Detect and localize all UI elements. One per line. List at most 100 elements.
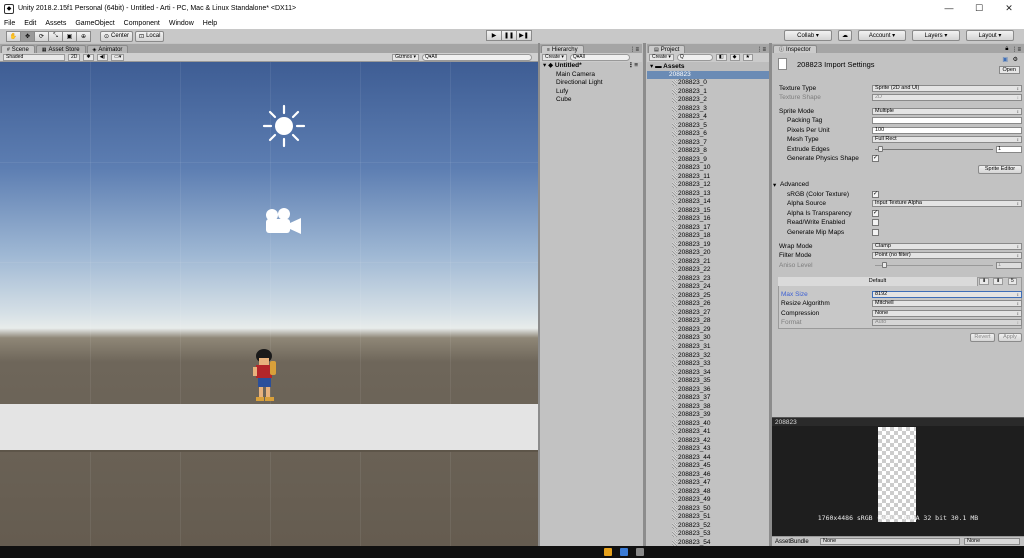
mipmaps-checkbox[interactable] bbox=[872, 229, 879, 236]
sprite-asset-item[interactable]: 208823_34 bbox=[647, 369, 769, 378]
scene-view[interactable] bbox=[0, 62, 538, 546]
menu-file[interactable]: File bbox=[4, 20, 15, 27]
sprite-asset-item[interactable]: 208823_9 bbox=[647, 156, 769, 165]
layers-button[interactable]: Layers ▾ bbox=[912, 30, 960, 41]
sprite-asset-item[interactable]: 208823_49 bbox=[647, 496, 769, 505]
sprite-asset-item[interactable]: 208823_42 bbox=[647, 437, 769, 446]
sprite-asset-item[interactable]: 208823_52 bbox=[647, 522, 769, 531]
ppu-input[interactable]: 100 bbox=[872, 127, 1022, 134]
tab-asset-store[interactable]: ▦ Asset Store bbox=[35, 45, 86, 53]
move-tool-icon[interactable]: ✥ bbox=[20, 30, 35, 42]
rect-tool-icon[interactable]: ▣ bbox=[62, 30, 77, 42]
browser-taskbar-icon[interactable] bbox=[620, 548, 628, 556]
hierarchy-create-button[interactable]: Create ▾ bbox=[542, 54, 567, 61]
panel-divider[interactable] bbox=[643, 43, 646, 546]
sprite-asset-item[interactable]: 208823_13 bbox=[647, 190, 769, 199]
cube-ground-object[interactable] bbox=[0, 404, 538, 450]
sprite-asset-item[interactable]: 208823_25 bbox=[647, 292, 769, 301]
transform-tool-icon[interactable]: ⊕ bbox=[76, 30, 91, 42]
hierarchy-item-cube[interactable]: Cube bbox=[540, 96, 642, 105]
tab-scene[interactable]: # Scene bbox=[1, 45, 35, 53]
platform-html5-icon[interactable]: 5 bbox=[1008, 278, 1017, 285]
collab-button[interactable]: Collab ▾ bbox=[784, 30, 832, 41]
layout-button[interactable]: Layout ▾ bbox=[966, 30, 1014, 41]
sprite-asset-item[interactable]: 208823_41 bbox=[647, 428, 769, 437]
expand-arrow-icon[interactable]: ▾ bbox=[543, 62, 546, 69]
minimize-button[interactable]: — bbox=[934, 0, 964, 17]
sprite-asset-item[interactable]: 208823_37 bbox=[647, 394, 769, 403]
sprite-asset-item[interactable]: 208823_21 bbox=[647, 258, 769, 267]
scale-tool-icon[interactable]: ⤡ bbox=[48, 30, 63, 42]
sprite-asset-item[interactable]: 208823_11 bbox=[647, 173, 769, 182]
sprite-asset-item[interactable]: 208823_5 bbox=[647, 122, 769, 131]
sprite-asset-item[interactable]: 208823_30 bbox=[647, 334, 769, 343]
hierarchy-item-main-camera[interactable]: Main Camera bbox=[540, 71, 642, 80]
filter-type-icon[interactable]: ◧ bbox=[715, 54, 727, 61]
read-write-checkbox[interactable] bbox=[872, 219, 879, 226]
help-icon[interactable]: ▣ bbox=[1002, 56, 1008, 63]
panel-menu-icon[interactable]: ⋮≡ bbox=[756, 46, 766, 53]
scene-search-input[interactable]: Q▾All bbox=[422, 53, 532, 61]
sprite-asset-item[interactable]: 208823_23 bbox=[647, 275, 769, 284]
sprite-asset-item[interactable]: 208823_39 bbox=[647, 411, 769, 420]
project-create-button[interactable]: Create ▾ bbox=[649, 54, 674, 61]
apply-button[interactable]: Apply bbox=[998, 333, 1022, 342]
sprite-asset-item[interactable]: 208823_15 bbox=[647, 207, 769, 216]
platform-download-icon[interactable]: ⬇ bbox=[979, 278, 990, 285]
sprite-asset-item[interactable]: 208823_35 bbox=[647, 377, 769, 386]
tab-project[interactable]: ▤ Project bbox=[648, 45, 686, 53]
asset-bundle-name-dropdown[interactable]: None bbox=[820, 538, 960, 545]
project-search-input[interactable]: Q bbox=[676, 54, 713, 61]
sprite-asset-item[interactable]: 208823_16 bbox=[647, 215, 769, 224]
extrude-slider-handle[interactable] bbox=[878, 146, 884, 152]
sprite-asset-item[interactable]: 208823_33 bbox=[647, 360, 769, 369]
menu-help[interactable]: Help bbox=[203, 20, 217, 27]
sprite-asset-item[interactable]: 208823_51 bbox=[647, 513, 769, 522]
menu-component[interactable]: Component bbox=[124, 20, 160, 27]
explorer-taskbar-icon[interactable] bbox=[604, 548, 612, 556]
account-button[interactable]: Account ▾ bbox=[858, 30, 906, 41]
sprite-asset-item[interactable]: 208823_27 bbox=[647, 309, 769, 318]
sprite-asset-item[interactable]: 208823_17 bbox=[647, 224, 769, 233]
sprite-asset-item[interactable]: 208823_50 bbox=[647, 505, 769, 514]
sprite-asset-item[interactable]: 208823_19 bbox=[647, 241, 769, 250]
mesh-type-dropdown[interactable]: Full Rect bbox=[872, 136, 1022, 143]
lighting-toggle-icon[interactable]: ✱ bbox=[83, 53, 94, 61]
sprite-asset-item[interactable]: 208823_28 bbox=[647, 317, 769, 326]
sprite-asset-item[interactable]: 208823_3 bbox=[647, 105, 769, 114]
packing-tag-input[interactable] bbox=[872, 117, 1022, 124]
windows-start-icon[interactable] bbox=[0, 546, 22, 558]
menu-edit[interactable]: Edit bbox=[24, 20, 36, 27]
sprite-asset-item[interactable]: 208823_45 bbox=[647, 462, 769, 471]
sprite-asset-item[interactable]: 208823_10 bbox=[647, 164, 769, 173]
pause-button-icon[interactable]: ❚❚ bbox=[501, 30, 517, 41]
sprite-asset-item[interactable]: 208823_4 bbox=[647, 113, 769, 122]
sprite-asset-item[interactable]: 208823_47 bbox=[647, 479, 769, 488]
favorite-star-icon[interactable]: ★ bbox=[742, 54, 753, 61]
directional-light-gizmo-icon[interactable] bbox=[262, 104, 306, 150]
filter-label-icon[interactable]: ◆ bbox=[729, 54, 740, 61]
sprite-asset-item[interactable]: 208823_32 bbox=[647, 352, 769, 361]
sprite-asset-item[interactable]: 208823_8 bbox=[647, 147, 769, 156]
sprite-asset-item[interactable]: 208823_46 bbox=[647, 471, 769, 480]
menu-assets[interactable]: Assets bbox=[45, 20, 66, 27]
sprite-asset-item[interactable]: 208823_0 bbox=[647, 79, 769, 88]
texture-asset-selected[interactable]: 208823 bbox=[647, 71, 769, 79]
effects-toggle-icon[interactable]: ▭▾ bbox=[111, 53, 125, 61]
panel-menu-icon[interactable]: ⋮≡ bbox=[1011, 46, 1021, 53]
hierarchy-search-input[interactable]: Q▾All bbox=[569, 54, 630, 61]
sprite-asset-item[interactable]: 208823_7 bbox=[647, 139, 769, 148]
sprite-asset-item[interactable]: 208823_40 bbox=[647, 420, 769, 429]
assets-root[interactable]: ▾ ▬ Assets bbox=[647, 62, 769, 71]
sprite-asset-item[interactable]: 208823_48 bbox=[647, 488, 769, 497]
tab-hierarchy[interactable]: ≡ Hierarchy bbox=[541, 45, 584, 53]
step-button-icon[interactable]: ▶❚ bbox=[516, 30, 532, 41]
sprite-editor-button[interactable]: Sprite Editor bbox=[978, 165, 1022, 174]
platform-tab-default[interactable]: Default bbox=[778, 277, 978, 286]
sprite-asset-item[interactable]: 208823_29 bbox=[647, 326, 769, 335]
pivot-local-button[interactable]: ⊡ Local bbox=[135, 30, 165, 42]
platform-standalone-icon[interactable]: ⬇ bbox=[993, 278, 1004, 285]
gizmos-dropdown[interactable]: Gizmos ▾ bbox=[392, 53, 419, 61]
lock-icon[interactable]: 🔒︎ bbox=[1005, 46, 1008, 53]
open-button[interactable]: Open bbox=[998, 66, 1020, 74]
